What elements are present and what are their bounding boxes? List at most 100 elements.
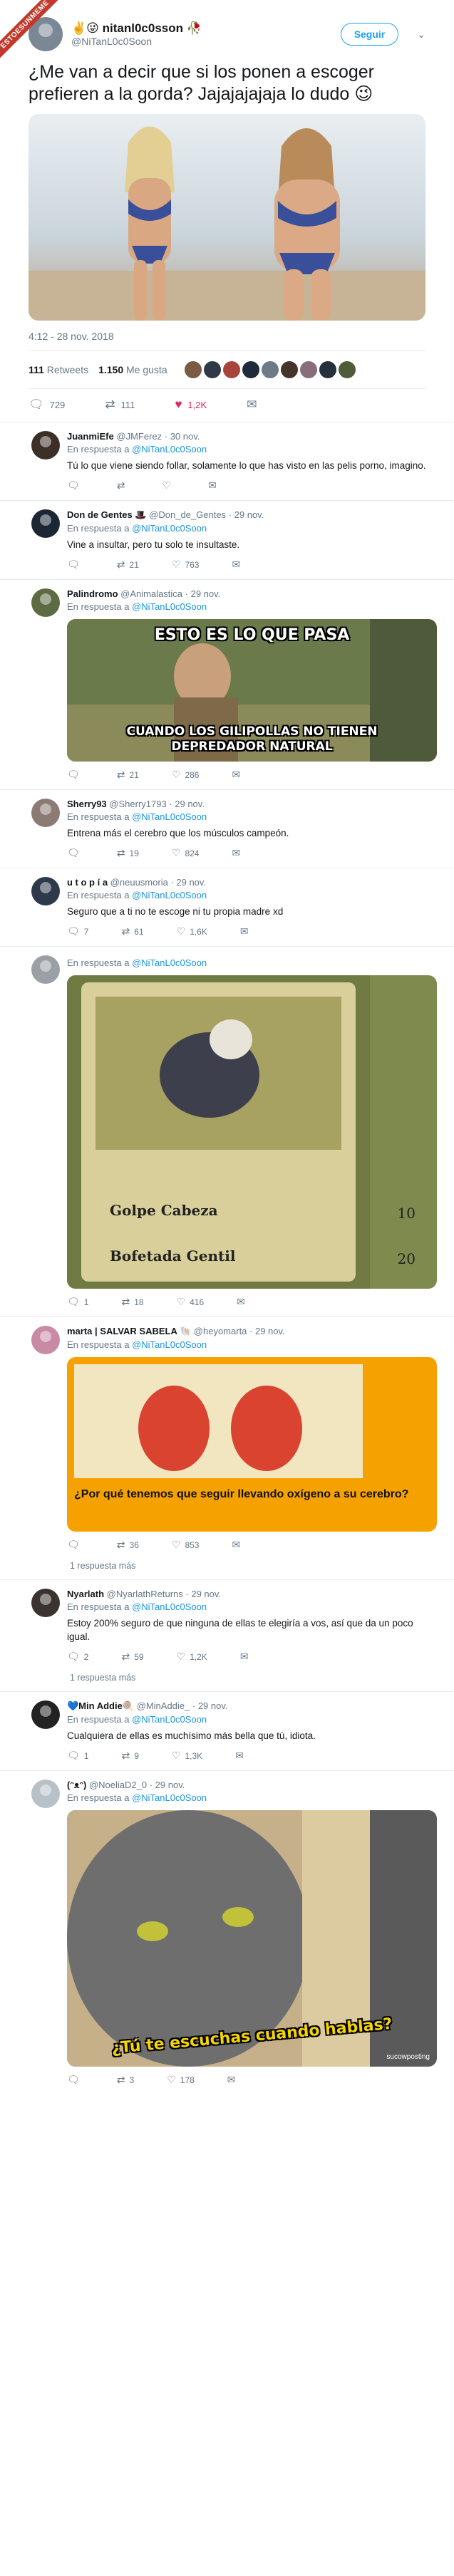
dm-button[interactable]: ✉ (240, 1651, 253, 1663)
reply-tweet[interactable]: Don de Gentes 🎩 @Don_de_Gentes · 29 nov.… (0, 500, 454, 579)
reply-button[interactable]: 🗨 (67, 2074, 84, 2086)
reply-tweet[interactable]: JuanmiEfe @JMFerez · 30 nov. En respuest… (0, 422, 454, 500)
reply-tweet[interactable]: (ᵔᴥᵔ) @NoeliaD2_0 · 29 nov. En respuesta… (0, 1770, 454, 2094)
reply-meme-image[interactable]: ESTO ES LO QUE PASA CUANDO LOS GILIPOLLA… (67, 619, 437, 762)
retweet-button[interactable]: ⇄ 3 (117, 2074, 134, 2086)
reply-author-handle[interactable]: @Sherry1793 (109, 799, 166, 809)
in-reply-handle[interactable]: @NiTanL0c0Soon (132, 523, 207, 534)
like-button[interactable]: ♡ 1,3K (172, 1750, 202, 1762)
in-reply-handle[interactable]: @NiTanL0c0Soon (132, 811, 207, 822)
reply-tweet[interactable]: 💙Min Addie🍭 @MinAddie_ · 29 nov. En resp… (0, 1691, 454, 1770)
reply-author-name[interactable]: Nyarlath (67, 1589, 104, 1599)
reply-tweet[interactable]: marta | SALVAR SABELA 🐚 @heyomarta · 29 … (0, 1316, 454, 1559)
reply-date[interactable]: · 29 nov. (185, 1589, 221, 1599)
reply-author-name[interactable]: Sherry93 (67, 799, 107, 809)
reply-author-handle[interactable]: @Animalastica (120, 588, 182, 599)
retweet-button[interactable]: ⇄ 21 (117, 559, 139, 571)
reply-avatar[interactable] (31, 1700, 60, 1729)
more-replies-link[interactable]: 1 respuesta más (0, 1559, 454, 1579)
follow-button[interactable]: Seguir (340, 23, 399, 46)
dm-button[interactable]: ✉ (208, 479, 221, 492)
retweet-button[interactable]: ⇄ 9 (121, 1750, 138, 1762)
like-button[interactable]: ♡ 178 (167, 2074, 195, 2086)
reply-tweet[interactable]: Palindromo @Animalastica · 29 nov. En re… (0, 579, 454, 789)
reply-author-handle[interactable]: @heyomarta (194, 1326, 247, 1336)
like-button[interactable]: ♡ 286 (172, 769, 200, 781)
reply-avatar[interactable] (31, 799, 60, 827)
retweet-button[interactable]: ⇄ 21 (117, 769, 139, 781)
cat-meme-image[interactable]: ¿Tú te escuchas cuando hablas? sucowpost… (67, 1810, 437, 2067)
retweet-button[interactable]: ⇄ 19 (117, 847, 139, 859)
reply-date[interactable]: · 29 nov. (170, 877, 206, 888)
in-reply-handle[interactable]: @NiTanL0c0Soon (132, 601, 207, 612)
dm-button[interactable]: ✉ (227, 2074, 240, 2086)
dm-button[interactable]: ✉ (240, 925, 253, 938)
liker-avatar[interactable] (261, 361, 279, 378)
dm-button[interactable]: ✉ (237, 1296, 249, 1308)
reply-date[interactable]: · 30 nov. (165, 431, 200, 442)
reply-avatar[interactable] (31, 1780, 60, 1808)
retweet-button[interactable]: ⇄ 18 (121, 1296, 143, 1308)
reply-avatar[interactable] (31, 955, 60, 984)
dm-button[interactable]: ✉ (232, 559, 244, 571)
liker-avatar[interactable] (203, 361, 221, 378)
like-button[interactable]: ♡ 853 (172, 1539, 200, 1551)
reply-date[interactable]: · 29 nov. (249, 1326, 285, 1336)
like-button[interactable]: ♡ 824 (172, 847, 200, 859)
reply-author-name[interactable]: marta | SALVAR SABELA 🐚 (67, 1326, 191, 1336)
reply-button[interactable]: 🗨 729 (29, 398, 65, 412)
reply-tweet[interactable]: u t o p í a @neuusmoria · 29 nov. En res… (0, 868, 454, 946)
in-reply-handle[interactable]: @NiTanL0c0Soon (132, 1792, 207, 1803)
dm-button[interactable]: ✉ (232, 1539, 244, 1551)
reply-author-name[interactable]: Palindromo (67, 588, 118, 599)
reply-author-handle[interactable]: @MinAddie_ (137, 1700, 190, 1711)
liker-avatar[interactable] (338, 361, 356, 378)
reply-author-name[interactable]: 💙Min Addie🍭 (67, 1700, 134, 1711)
reply-button[interactable]: 🗨 1 (67, 1296, 88, 1308)
in-reply-handle[interactable]: @NiTanL0c0Soon (132, 444, 207, 455)
reply-author-name[interactable]: JuanmiEfe (67, 431, 114, 442)
dm-button[interactable]: ✉ (232, 769, 244, 781)
reply-button[interactable]: 🗨 (67, 559, 84, 571)
like-button[interactable]: ♥ 1,2K (175, 398, 207, 412)
reply-date[interactable]: · 29 nov. (150, 1780, 185, 1790)
reply-button[interactable]: 🗨 (67, 847, 84, 859)
reply-author-name[interactable]: u t o p í a (67, 877, 108, 888)
tweet-timestamp[interactable]: 4:12 - 28 nov. 2018 (29, 331, 425, 342)
reply-author-handle[interactable]: @Don_de_Gentes (149, 509, 226, 520)
reply-avatar[interactable] (31, 1589, 60, 1617)
dm-button[interactable]: ✉ (235, 1750, 248, 1762)
reply-author-handle[interactable]: @JMFerez (116, 431, 162, 442)
dm-button[interactable]: ✉ (232, 847, 244, 859)
reply-date[interactable]: · 29 nov. (229, 509, 264, 520)
reply-tweet[interactable]: Sherry93 @Sherry1793 · 29 nov. En respue… (0, 789, 454, 868)
reply-author-handle[interactable]: @neuusmoria (110, 877, 168, 888)
reply-author-handle[interactable]: @NoeliaD2_0 (89, 1780, 147, 1790)
reply-button[interactable]: 🗨 (67, 1539, 84, 1551)
like-button[interactable]: ♡ 416 (177, 1296, 205, 1308)
reply-avatar[interactable] (31, 588, 60, 617)
in-reply-handle[interactable]: @NiTanL0c0Soon (132, 957, 207, 968)
author-handle[interactable]: @NiTanL0c0Soon (71, 36, 202, 47)
like-button[interactable]: ♡ 763 (172, 559, 200, 571)
reply-author-name[interactable]: Don de Gentes 🎩 (67, 509, 147, 520)
liker-avatar[interactable] (299, 361, 317, 378)
likes-stat[interactable]: 1.150 Me gusta (98, 364, 167, 375)
more-replies-link[interactable]: 1 respuesta más (0, 1671, 454, 1691)
reply-avatar[interactable] (31, 1326, 60, 1354)
retweet-button[interactable]: ⇄ 36 (117, 1539, 139, 1551)
reply-avatar[interactable] (31, 431, 60, 459)
like-button[interactable]: ♡ 1,2K (177, 1651, 207, 1663)
in-reply-handle[interactable]: @NiTanL0c0Soon (132, 1601, 207, 1612)
reply-tweet[interactable]: En respuesta a @NiTanL0c0Soon Golpe Cabe… (0, 946, 454, 1316)
liker-avatar[interactable] (184, 361, 202, 378)
in-reply-handle[interactable]: @NiTanL0c0Soon (132, 1339, 207, 1350)
reply-tweet[interactable]: Nyarlath @NyarlathReturns · 29 nov. En r… (0, 1579, 454, 1671)
retweets-stat[interactable]: 111 Retweets (29, 364, 88, 375)
liker-avatar[interactable] (242, 361, 259, 378)
dm-button[interactable]: ✉ (247, 398, 262, 412)
cartoon-meme-image[interactable]: ¿Por qué tenemos que seguir llevando oxí… (67, 1357, 437, 1532)
retweet-button[interactable]: ⇄ 61 (121, 925, 143, 938)
reply-button[interactable]: 🗨 1 (67, 1750, 88, 1762)
reply-date[interactable]: · 29 nov. (192, 1700, 228, 1711)
